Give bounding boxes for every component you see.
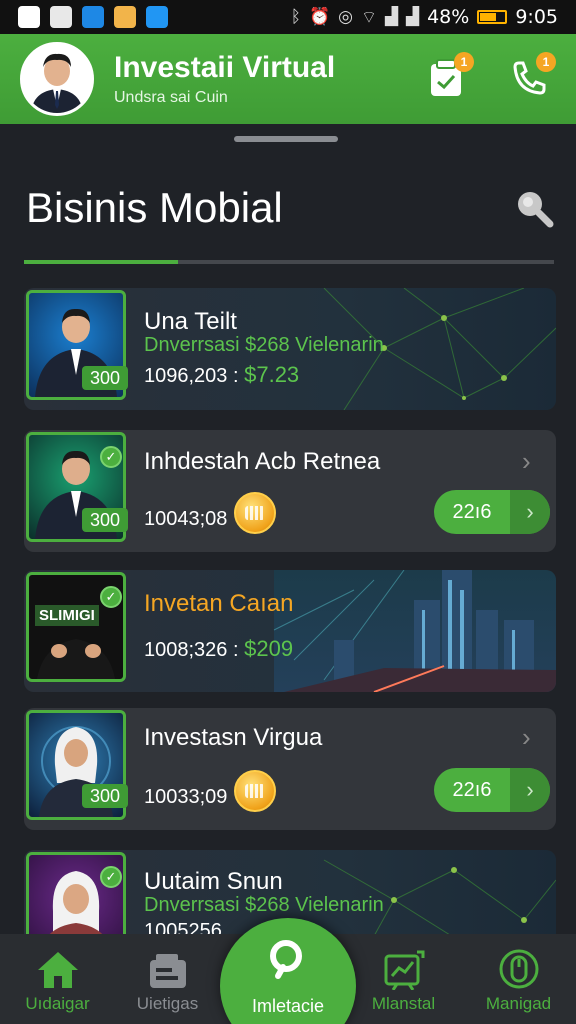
nav-label: Uietigas bbox=[136, 994, 199, 1013]
store-icon bbox=[114, 6, 136, 28]
chevron-right-icon[interactable]: › bbox=[522, 446, 531, 477]
card-title: Invetan Caıan bbox=[144, 590, 294, 617]
gallery-icon bbox=[50, 6, 72, 28]
investment-card[interactable]: 300 Investasn Virgua 10033;09 › 22ı6 › bbox=[24, 708, 556, 830]
investment-card[interactable]: ✓ 300 Inhdestah Acb Retnea 10043;08 › 22… bbox=[24, 430, 556, 552]
nav-home[interactable]: Uıdaigar bbox=[0, 934, 115, 1024]
nav-label: Manigad bbox=[485, 994, 552, 1013]
card-separator: : bbox=[232, 639, 239, 661]
nav-label: Uıdaigar bbox=[25, 994, 90, 1013]
nav-label: Mlanstal bbox=[371, 994, 436, 1013]
card-value: 1008;326 bbox=[144, 639, 228, 661]
mouse-icon bbox=[499, 949, 538, 989]
section-title: Bisinis Mobial bbox=[26, 184, 283, 231]
card-price: $209 bbox=[244, 636, 294, 661]
card-badge: 300 bbox=[82, 366, 128, 390]
investment-card[interactable]: SLIMIGI ✓ Invetan Caıan 1008;326 : $209 bbox=[24, 570, 556, 692]
nav-chart[interactable]: Mlanstal bbox=[346, 934, 461, 1024]
wallet-button[interactable]: 1 bbox=[424, 52, 474, 100]
status-bar: ᛒ ⏰ ◎ ⌔ ▟ ▟ 48% 9:05 bbox=[0, 0, 576, 34]
invest-pill-button[interactable]: 22ı6 › bbox=[434, 768, 550, 812]
search-icon bbox=[518, 192, 554, 228]
wallet-icon bbox=[149, 954, 186, 988]
card-badge: 300 bbox=[82, 784, 128, 808]
nav-mouse[interactable]: Manigad bbox=[461, 934, 576, 1024]
invest-pill-button[interactable]: 22ı6 › bbox=[434, 490, 550, 534]
bluetooth-icon: ᛒ bbox=[290, 7, 301, 27]
battery-percent: 48% bbox=[427, 6, 470, 28]
signal-icon: ▟ bbox=[384, 7, 399, 27]
chevron-right-icon[interactable]: › bbox=[522, 722, 531, 753]
phone-notification-badge: 1 bbox=[536, 52, 556, 72]
image-icon bbox=[18, 6, 40, 28]
verified-icon: ✓ bbox=[100, 446, 122, 468]
coin-icon bbox=[234, 492, 276, 534]
wallet-notification-badge: 1 bbox=[454, 52, 474, 72]
coin-icon bbox=[234, 770, 276, 812]
app-title: Investaii Virtual bbox=[114, 51, 336, 84]
card-subtitle: Dnverrsasi $268 Vielenarin bbox=[144, 334, 384, 356]
card-value: 1096,203 bbox=[144, 365, 228, 387]
wallet-app-icon bbox=[146, 6, 168, 28]
chevron-right-icon: › bbox=[510, 768, 550, 812]
card-values: 1096,203 : $7.23 bbox=[144, 362, 299, 388]
clock: 9:05 bbox=[515, 6, 558, 28]
card-value: 10043;08 bbox=[144, 508, 228, 530]
card-values: 1008;326 : $209 bbox=[144, 636, 293, 662]
card-price: $7.23 bbox=[244, 362, 300, 387]
chart-icon bbox=[384, 950, 424, 990]
signal-icon: ▟ bbox=[406, 7, 420, 27]
investment-card[interactable]: 300 Una Teilt Dnverrsasi $268 Vielenarin… bbox=[24, 288, 556, 410]
home-icon bbox=[37, 952, 78, 988]
card-separator: : bbox=[232, 365, 239, 387]
card-subtitle: Dnverrsasi $268 Vielenarin bbox=[144, 894, 384, 916]
card-title: Una Teilt bbox=[144, 308, 237, 335]
card-title: Investasn Virgua bbox=[144, 724, 323, 751]
card-title: Uutaim Snun bbox=[144, 868, 283, 895]
search-button[interactable] bbox=[512, 186, 556, 230]
search-icon bbox=[270, 940, 302, 979]
chevron-right-icon: › bbox=[510, 490, 550, 534]
section-progress-fill bbox=[24, 260, 178, 264]
alarm-icon: ⏰ bbox=[308, 7, 331, 27]
phone-button[interactable]: 1 bbox=[506, 52, 556, 100]
battery-icon bbox=[477, 10, 508, 24]
app-subtitle: Undsra sai Cuin bbox=[114, 89, 228, 106]
vibrate-icon: ◎ bbox=[338, 7, 353, 27]
card-value: 10033;09 bbox=[144, 786, 228, 808]
card-title: Inhdestah Acb Retnea bbox=[144, 448, 381, 475]
app-header: Investaii Virtual Undsra sai Cuin 1 1 bbox=[0, 34, 576, 124]
verified-icon: ✓ bbox=[100, 866, 122, 888]
section-progress bbox=[24, 260, 554, 264]
nav-wallet[interactable]: Uietigas bbox=[110, 934, 225, 1024]
pill-value: 22ı6 bbox=[452, 500, 492, 523]
status-system: ᛒ ⏰ ◎ ⌔ ▟ ▟ 48% 9:05 bbox=[291, 6, 558, 28]
avatar[interactable] bbox=[20, 42, 94, 116]
nav-label: Imletacie bbox=[251, 996, 325, 1016]
pill-value: 22ı6 bbox=[452, 778, 492, 801]
shazam-icon bbox=[82, 6, 104, 28]
wifi-icon: ⌔ bbox=[360, 7, 377, 28]
verified-icon: ✓ bbox=[100, 586, 122, 608]
drag-handle[interactable] bbox=[234, 136, 338, 142]
card-badge: 300 bbox=[82, 508, 128, 532]
status-app-icons bbox=[18, 6, 168, 28]
